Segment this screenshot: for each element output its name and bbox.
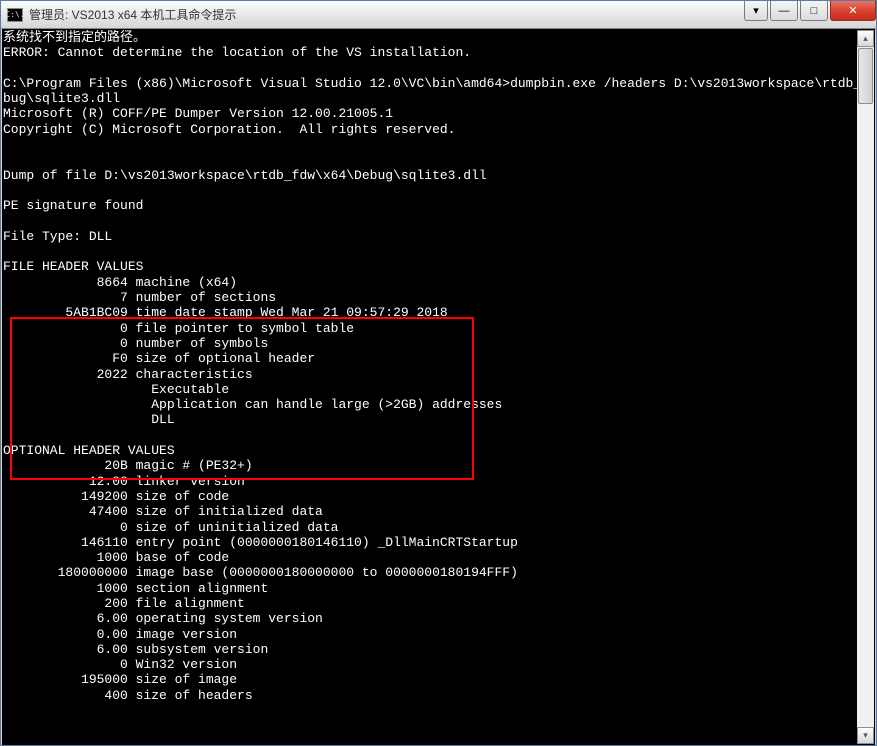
close-button[interactable]: ✕ <box>830 1 876 21</box>
minimize-button[interactable]: — <box>770 1 798 21</box>
console-container: 系统找不到指定的路径。 ERROR: Cannot determine the … <box>2 29 875 745</box>
vertical-scrollbar[interactable]: ▴ ▾ <box>857 30 874 744</box>
maximize-button[interactable]: □ <box>800 1 828 21</box>
console-output: 系统找不到指定的路径。 ERROR: Cannot determine the … <box>3 30 858 744</box>
scroll-down-button[interactable]: ▾ <box>857 727 874 744</box>
window-titlebar: C:\. 管理员: VS2013 x64 本机工具命令提示 ▾ — □ ✕ <box>1 1 876 29</box>
scroll-thumb[interactable] <box>858 48 873 104</box>
dropdown-button[interactable]: ▾ <box>744 1 768 21</box>
cmd-icon: C:\. <box>7 8 23 22</box>
window-controls: ▾ — □ ✕ <box>742 1 876 21</box>
window-title: 管理员: VS2013 x64 本机工具命令提示 <box>29 6 236 23</box>
scroll-up-button[interactable]: ▴ <box>857 30 874 47</box>
